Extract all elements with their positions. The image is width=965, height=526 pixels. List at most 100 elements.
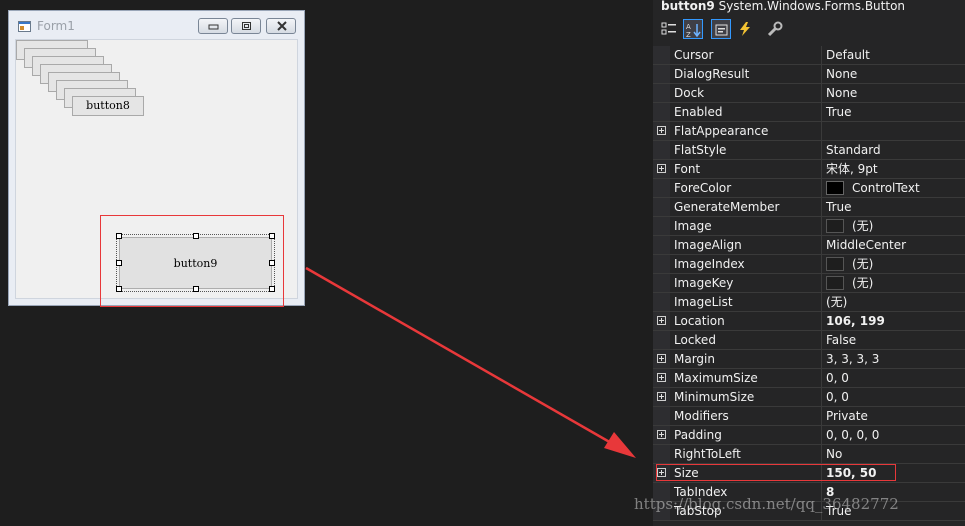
property-value[interactable]: True — [826, 198, 852, 216]
property-row-gutter — [653, 103, 670, 121]
column-divider — [821, 122, 822, 141]
property-row-imagelist[interactable]: ImageList (无) — [653, 293, 965, 312]
wrench-icon — [767, 21, 783, 37]
expand-plus-icon[interactable] — [657, 354, 666, 363]
expand-plus-icon[interactable] — [657, 164, 666, 173]
property-row-minimumsize[interactable]: MinimumSize 0, 0 — [653, 388, 965, 407]
property-row-gutter — [653, 84, 670, 102]
expand-plus-icon[interactable] — [657, 316, 666, 325]
property-row-enabled[interactable]: Enabled True — [653, 103, 965, 122]
column-divider — [821, 217, 822, 236]
watermark: https://blog.csdn.net/qq_36482772 — [634, 495, 899, 513]
column-divider — [821, 312, 822, 331]
property-row-gutter — [653, 198, 670, 216]
property-row-gutter — [653, 236, 670, 254]
categorized-button[interactable] — [659, 19, 679, 39]
events-button[interactable] — [735, 19, 755, 39]
property-row-location[interactable]: Location 106, 199 — [653, 312, 965, 331]
column-divider — [821, 141, 822, 160]
property-value[interactable]: None — [826, 84, 857, 102]
property-value[interactable]: Default — [826, 46, 870, 64]
property-name: Enabled — [674, 105, 723, 119]
column-divider — [821, 236, 822, 255]
property-value[interactable]: None — [826, 65, 857, 83]
property-name: FlatStyle — [674, 143, 727, 157]
property-value[interactable]: Standard — [826, 141, 881, 159]
property-value[interactable]: ControlText — [852, 179, 920, 197]
property-row-font[interactable]: Font 宋体, 9pt — [653, 160, 965, 179]
property-name: RightToLeft — [674, 447, 741, 461]
column-divider — [821, 179, 822, 198]
property-row-gutter — [653, 274, 670, 292]
column-divider — [821, 369, 822, 388]
property-row-flatstyle[interactable]: FlatStyle Standard — [653, 141, 965, 160]
property-value[interactable]: Private — [826, 407, 868, 425]
property-name: Cursor — [674, 48, 714, 62]
property-row-cursor[interactable]: Cursor Default — [653, 46, 965, 65]
column-divider — [821, 65, 822, 84]
properties-view-button[interactable] — [711, 19, 731, 39]
property-row-gutter — [653, 65, 670, 83]
object-type: System.Windows.Forms.Button — [718, 0, 906, 13]
property-row-generatemember[interactable]: GenerateMember True — [653, 198, 965, 217]
property-value[interactable]: 0, 0 — [826, 388, 849, 406]
property-name: GenerateMember — [674, 200, 780, 214]
property-value[interactable]: 3, 3, 3, 3 — [826, 350, 879, 368]
expand-plus-icon[interactable] — [657, 126, 666, 135]
property-value[interactable]: (无) — [826, 293, 847, 311]
property-value[interactable]: 0, 0, 0, 0 — [826, 426, 879, 444]
property-value[interactable]: No — [826, 445, 842, 463]
property-name: Location — [674, 314, 725, 328]
property-name: Image — [674, 219, 712, 233]
property-row-gutter — [653, 179, 670, 197]
property-value[interactable]: 宋体, 9pt — [826, 160, 878, 178]
property-name: Dock — [674, 86, 705, 100]
property-row-modifiers[interactable]: Modifiers Private — [653, 407, 965, 426]
column-divider — [821, 84, 822, 103]
lightning-icon — [740, 22, 750, 36]
alphabetical-button[interactable]: A Z — [683, 19, 703, 39]
svg-text:A: A — [686, 23, 691, 31]
property-value[interactable]: (无) — [852, 274, 873, 292]
expand-plus-icon[interactable] — [657, 430, 666, 439]
column-divider — [821, 255, 822, 274]
property-row-gutter — [653, 255, 670, 273]
property-row-gutter — [653, 293, 670, 311]
property-name: FlatAppearance — [674, 124, 769, 138]
expand-plus-icon[interactable] — [657, 373, 666, 382]
property-row-dock[interactable]: Dock None — [653, 84, 965, 103]
property-name: MaximumSize — [674, 371, 758, 385]
property-row-imagekey[interactable]: ImageKey (无) — [653, 274, 965, 293]
column-divider — [821, 445, 822, 464]
categorized-icon — [661, 22, 676, 35]
properties-header: button9 System.Windows.Forms.Button — [661, 0, 905, 15]
property-row-image[interactable]: Image (无) — [653, 217, 965, 236]
property-value[interactable]: (无) — [852, 217, 873, 235]
property-name: ImageKey — [674, 276, 734, 290]
property-row-padding[interactable]: Padding 0, 0, 0, 0 — [653, 426, 965, 445]
property-row-imageindex[interactable]: ImageIndex (无) — [653, 255, 965, 274]
property-value[interactable]: False — [826, 331, 856, 349]
property-row-dialogresult[interactable]: DialogResult None — [653, 65, 965, 84]
property-row-gutter — [653, 331, 670, 349]
property-row-imagealign[interactable]: ImageAlign MiddleCenter — [653, 236, 965, 255]
property-value[interactable]: True — [826, 103, 852, 121]
property-row-margin[interactable]: Margin 3, 3, 3, 3 — [653, 350, 965, 369]
property-value[interactable]: 106, 199 — [826, 312, 885, 330]
property-row-righttoleft[interactable]: RightToLeft No — [653, 445, 965, 464]
property-row-flatappearance[interactable]: FlatAppearance — [653, 122, 965, 141]
property-row-forecolor[interactable]: ForeColor ControlText — [653, 179, 965, 198]
property-row-locked[interactable]: Locked False — [653, 331, 965, 350]
expand-plus-icon[interactable] — [657, 392, 666, 401]
property-row-gutter — [653, 445, 670, 463]
property-value[interactable]: 0, 0 — [826, 369, 849, 387]
color-swatch — [826, 257, 844, 271]
property-value[interactable]: (无) — [852, 255, 873, 273]
color-swatch — [826, 219, 844, 233]
property-pages-button[interactable] — [765, 19, 785, 39]
column-divider — [821, 274, 822, 293]
property-name: Margin — [674, 352, 715, 366]
property-value[interactable]: MiddleCenter — [826, 236, 906, 254]
property-row-maximumsize[interactable]: MaximumSize 0, 0 — [653, 369, 965, 388]
alphabetical-icon: A Z — [686, 23, 701, 38]
